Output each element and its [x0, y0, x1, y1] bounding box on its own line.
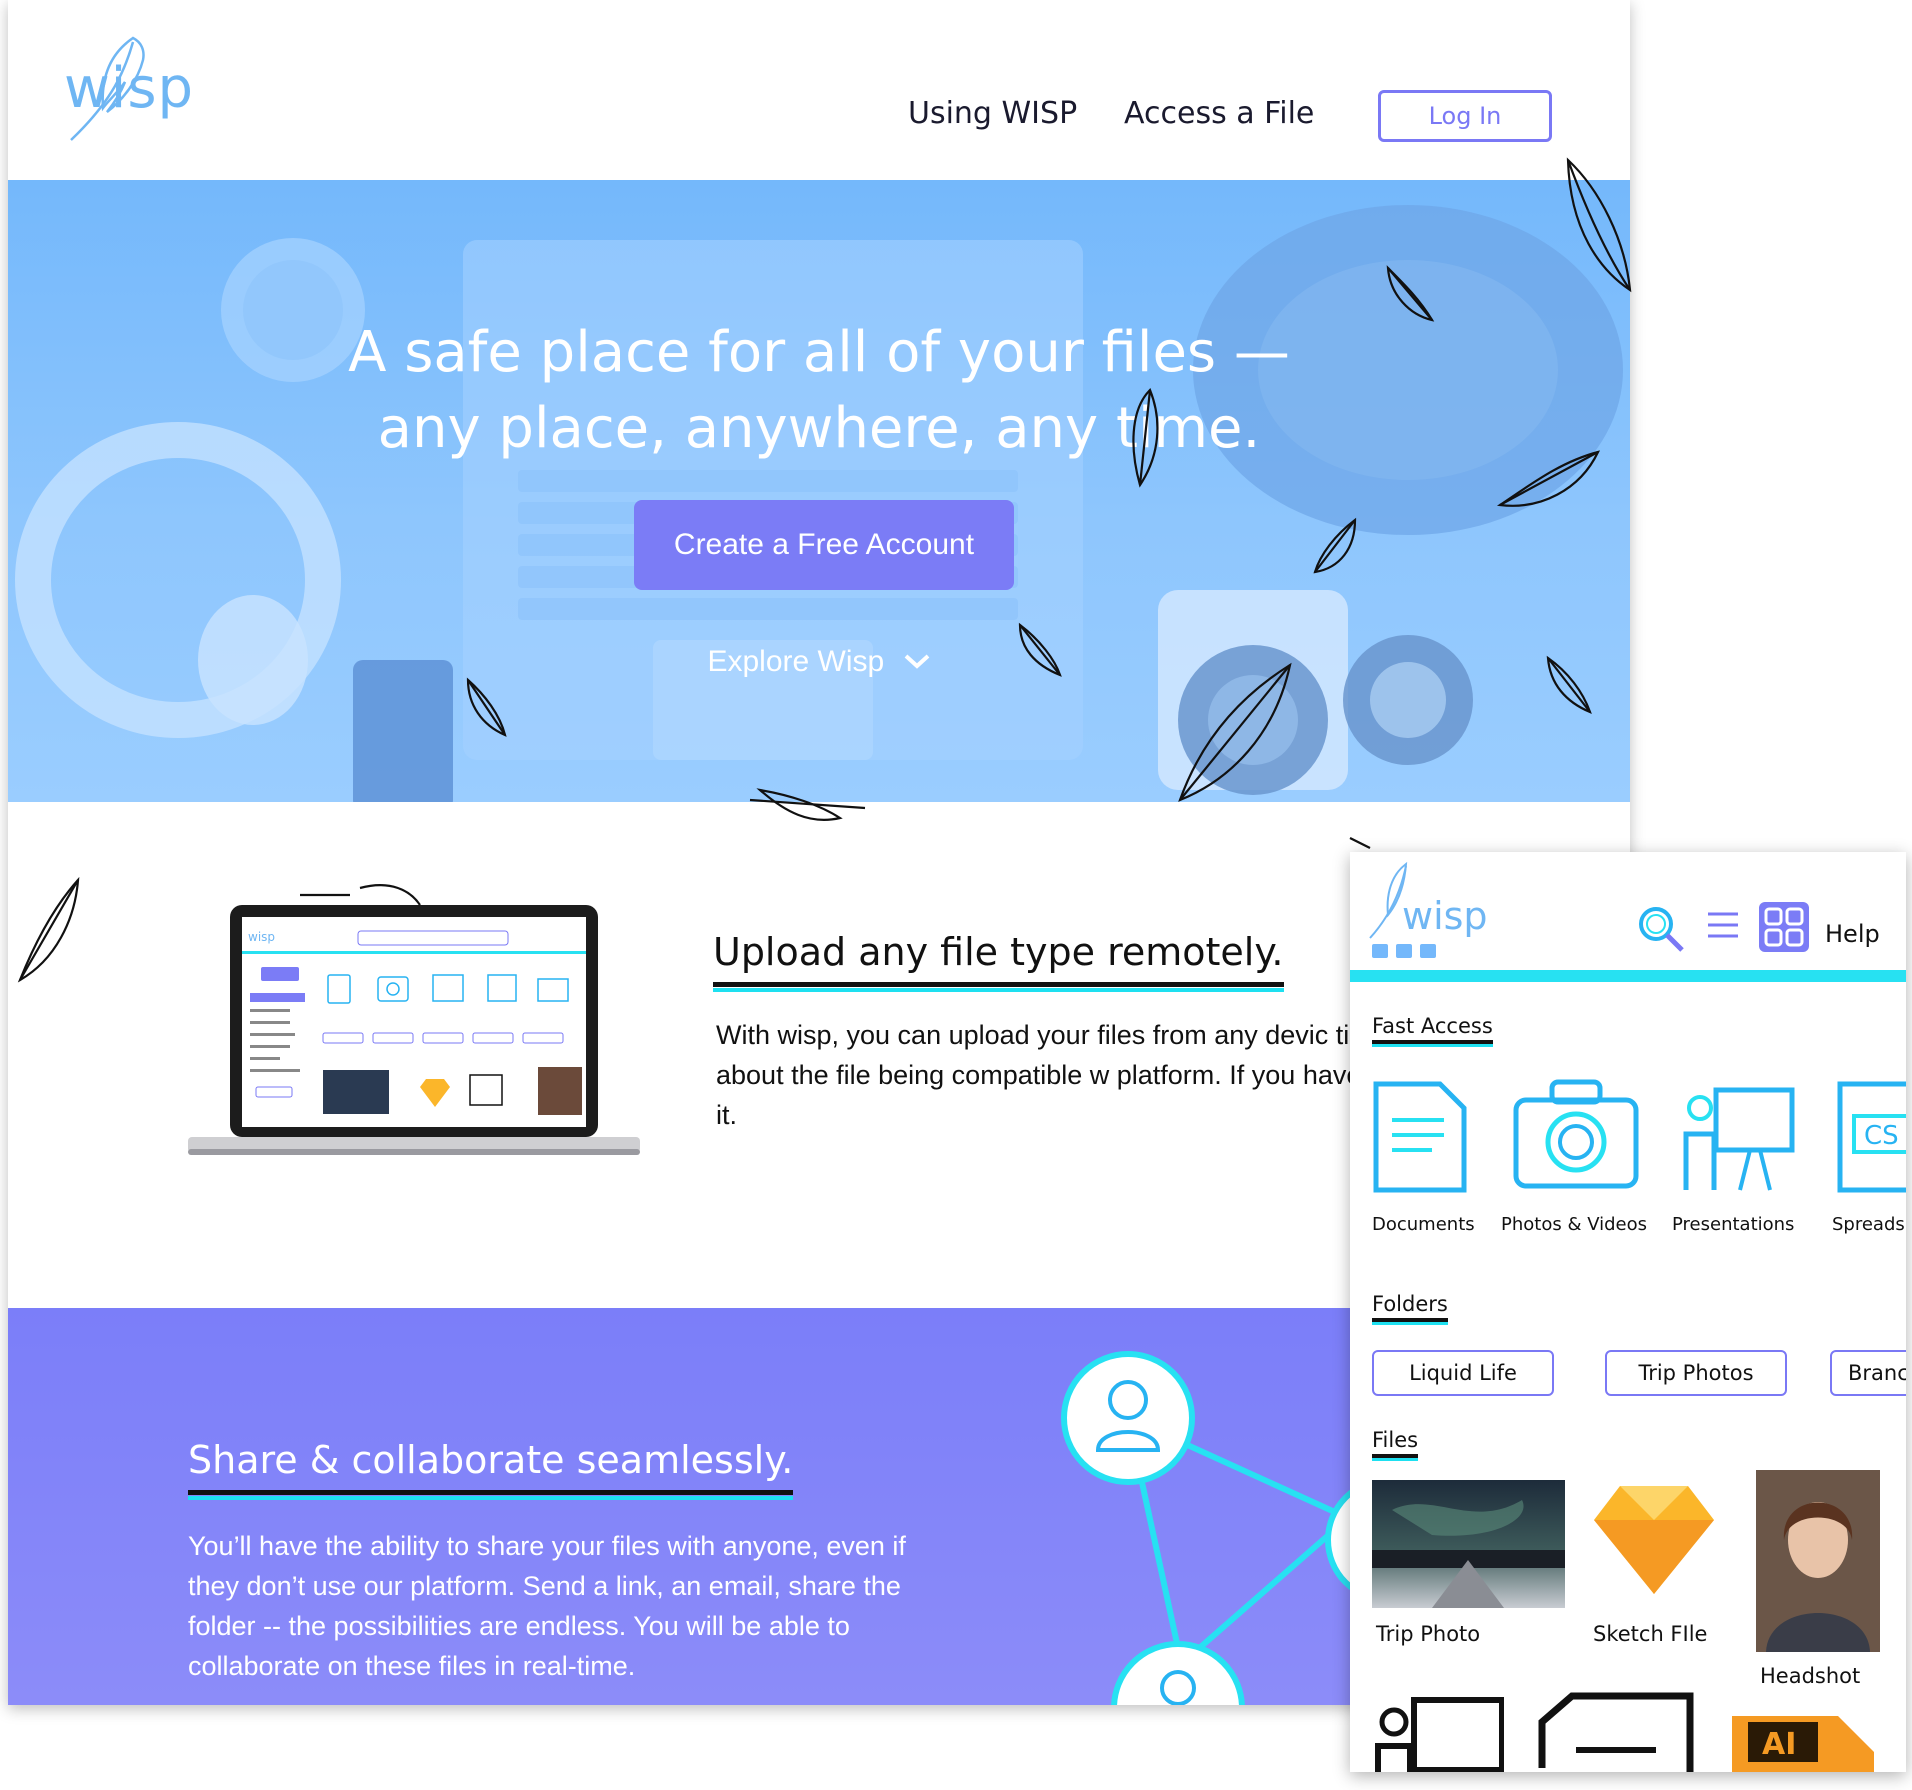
- mobile-brand-wordmark[interactable]: wisp: [1402, 894, 1488, 938]
- help-link[interactable]: Help: [1825, 920, 1880, 948]
- nav-link-access-file[interactable]: Access a File: [1124, 96, 1314, 131]
- hero-title-line-1: A safe place for all of your files —: [348, 320, 1290, 385]
- header-accent-bar: [1350, 970, 1906, 982]
- hero-title: A safe place for all of your files — any…: [8, 315, 1630, 467]
- camera-icon[interactable]: [1512, 1078, 1640, 1190]
- folder-liquid-life[interactable]: Liquid Life: [1372, 1350, 1554, 1396]
- fast-access-heading: Fast Access: [1372, 1014, 1493, 1047]
- folder-brand[interactable]: Branc: [1830, 1350, 1906, 1396]
- laptop-screenshot-image: wisp: [188, 905, 640, 1155]
- mockup-canvas: wisp Using WISP Access a File Log In A s…: [0, 0, 1912, 1790]
- search-icon[interactable]: [1636, 904, 1686, 954]
- documents-label: Documents: [1372, 1214, 1475, 1235]
- spreadsheet-csv-icon[interactable]: CS: [1836, 1080, 1906, 1194]
- headshot-thumbnail[interactable]: [1756, 1470, 1880, 1652]
- photos-videos-label: Photos & Videos: [1501, 1214, 1648, 1235]
- files-heading: Files: [1372, 1428, 1419, 1461]
- brand-wordmark[interactable]: wisp: [64, 56, 194, 121]
- menu-icon[interactable]: [1706, 910, 1740, 940]
- explore-label: Explore Wisp: [707, 645, 885, 678]
- user-node-1: [1061, 1351, 1195, 1485]
- headshot-label: Headshot: [1760, 1664, 1861, 1688]
- grid-view-icon[interactable]: [1757, 900, 1811, 954]
- mobile-header: wisp Help: [1350, 852, 1906, 972]
- top-nav: wisp Using WISP Access a File Log In: [8, 0, 1630, 180]
- sketch-file-label: Sketch FIle: [1593, 1622, 1708, 1646]
- illustrator-file-icon[interactable]: AI: [1728, 1712, 1878, 1772]
- nav-link-using-wisp[interactable]: Using WISP: [908, 96, 1077, 131]
- svg-text:CS: CS: [1864, 1121, 1899, 1151]
- share-heading: Share & collaborate seamlessly.: [188, 1438, 794, 1500]
- trip-photo-thumbnail[interactable]: [1372, 1480, 1565, 1608]
- trip-photo-label: Trip Photo: [1376, 1622, 1481, 1646]
- chevron-down-icon: [904, 654, 929, 669]
- presentations-label: Presentations: [1672, 1214, 1795, 1235]
- share-paragraph: You’ll have the ability to share your fi…: [188, 1531, 906, 1681]
- presentation-file-icon[interactable]: [1372, 1694, 1504, 1772]
- spreadsheets-label: Spreads: [1832, 1214, 1905, 1235]
- presentation-icon[interactable]: [1680, 1084, 1796, 1194]
- svg-text:wisp: wisp: [248, 930, 275, 944]
- upload-heading: Upload any file type remotely.: [713, 930, 1284, 992]
- desk-background-image: [15, 205, 1623, 802]
- hero-section: A safe place for all of your files — any…: [8, 180, 1630, 802]
- mobile-app-screenshot: wisp Help Fast Access Documents Photos &…: [1350, 852, 1906, 1772]
- loading-dots: [1372, 944, 1436, 958]
- folders-heading: Folders: [1372, 1292, 1448, 1325]
- sketch-file-icon[interactable]: [1590, 1480, 1718, 1598]
- document-file-icon[interactable]: [1536, 1692, 1696, 1772]
- hero-title-line-2: any place, anywhere, any time.: [377, 396, 1261, 461]
- folder-trip-photos[interactable]: Trip Photos: [1605, 1350, 1787, 1396]
- svg-text:AI: AI: [1762, 1727, 1796, 1762]
- create-account-button[interactable]: Create a Free Account: [634, 500, 1014, 590]
- documents-icon[interactable]: [1372, 1080, 1468, 1194]
- explore-link[interactable]: Explore Wisp: [8, 645, 1630, 679]
- login-button[interactable]: Log In: [1378, 90, 1552, 142]
